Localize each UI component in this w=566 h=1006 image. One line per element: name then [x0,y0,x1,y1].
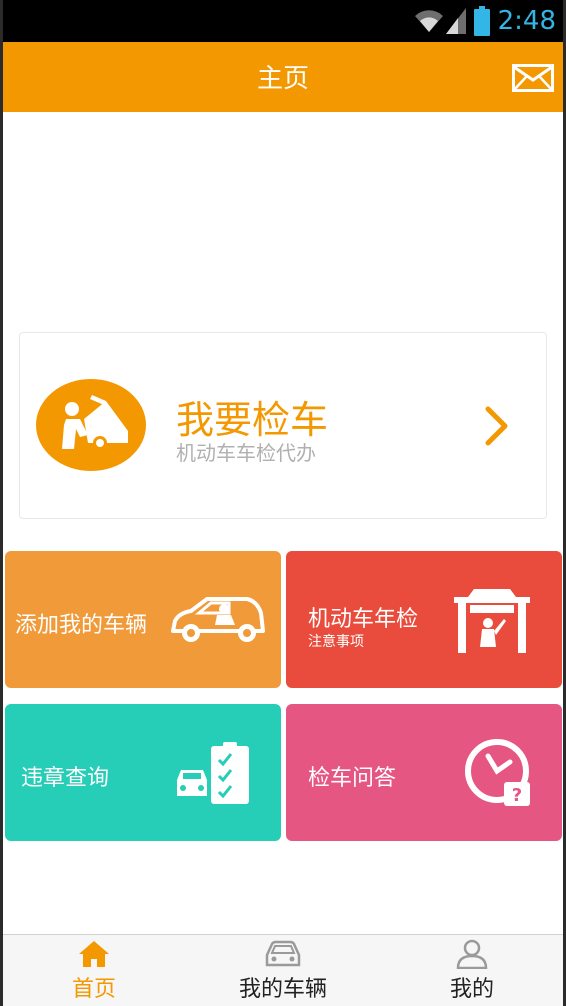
inspection-qa-label: 检车问答 [308,766,397,791]
check-car-card[interactable]: 我要检车 机动车车检代办 [19,332,547,519]
status-time: 2:48 [497,6,556,36]
user-icon [456,939,488,969]
add-vehicle-tile[interactable]: 添加我的车辆 [5,551,281,688]
annual-inspection-tile[interactable]: 机动车年检 注意事项 [286,551,562,688]
tab-my-vehicles-label: 我的车辆 [238,977,327,1002]
tab-my-vehicles[interactable]: 我的车辆 [189,935,377,1006]
app-screen: 2:48 主页 我要检车 机动车车检代办 添加我的车辆 机动车年检 注意事项 违… [0,0,566,1006]
car-driver-icon [171,597,265,642]
home-icon [79,941,109,967]
status-bar: 2:48 [0,0,566,42]
signal-icon [446,8,466,34]
tab-me[interactable]: 我的 [378,935,566,1006]
battery-icon [474,6,490,36]
chevron-right-icon [485,406,508,446]
mechanic-car-icon [36,379,146,471]
tab-home-label: 首页 [71,977,116,1002]
app-bar: 主页 [0,42,566,112]
check-car-title: 我要检车 [176,398,329,442]
violation-query-tile[interactable]: 违章查询 [5,704,281,841]
violation-query-label: 违章查询 [21,766,110,791]
wifi-icon [415,10,443,32]
inspection-qa-tile[interactable]: 检车问答 ? [286,704,562,841]
add-vehicle-label: 添加我的车辆 [15,613,148,638]
clock-question-icon: ? [465,739,530,806]
banner-area [0,112,566,322]
car-lift-icon [454,589,530,653]
device-frame-left [0,0,3,1006]
page-title: 主页 [256,64,309,94]
bottom-tab-bar: 首页 我的车辆 我的 [0,934,566,1006]
annual-inspection-label: 机动车年检 [308,607,419,632]
tab-me-label: 我的 [449,977,494,1002]
check-car-subtitle: 机动车车检代办 [176,441,316,465]
annual-inspection-subtitle: 注意事项 [308,634,364,650]
svg-text:?: ? [512,785,522,806]
mail-icon[interactable] [512,64,554,92]
car-icon [265,940,301,967]
tab-home[interactable]: 首页 [0,935,188,1006]
checklist-car-icon [177,742,249,804]
